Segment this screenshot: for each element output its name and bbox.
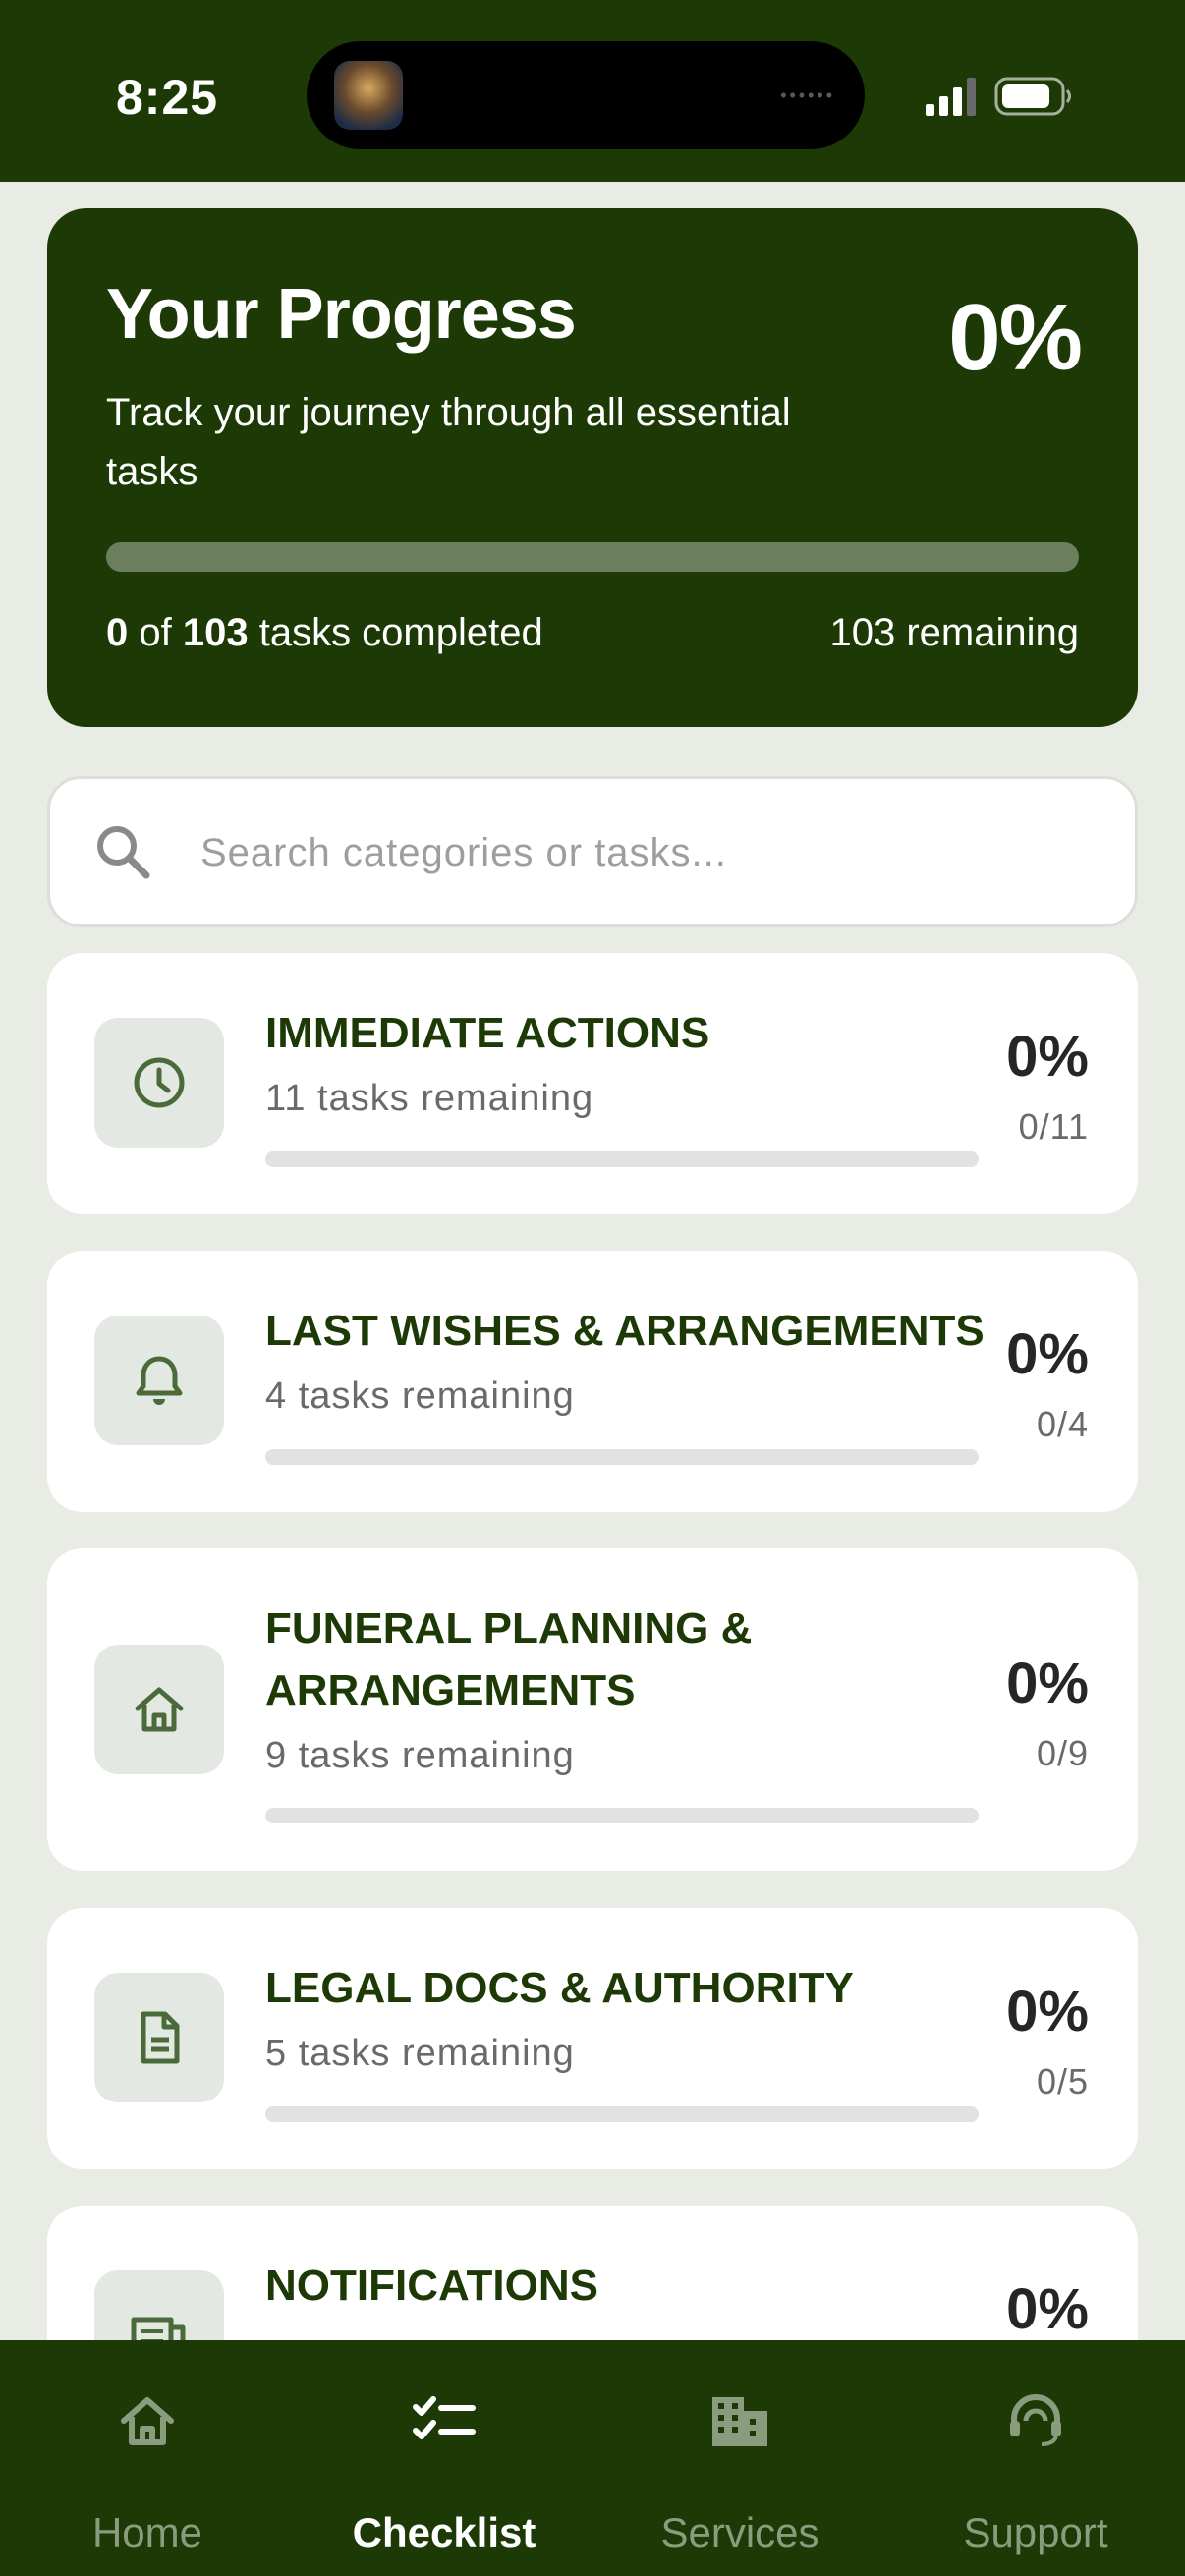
total-count: 103	[182, 611, 249, 654]
nav-label-checklist: Checklist	[352, 2509, 536, 2555]
category-progress-bar	[265, 2106, 979, 2122]
progress-card: Your Progress Track your journey through…	[47, 208, 1138, 727]
search-bar[interactable]	[47, 776, 1138, 927]
app-activity-icon	[334, 61, 403, 130]
nav-label-support: Support	[963, 2509, 1108, 2555]
home-icon	[135, 1687, 184, 1732]
tasks-remaining-text: 103 remaining	[829, 611, 1080, 654]
category-remaining: 11 tasks remaining	[265, 1078, 594, 1119]
search-input[interactable]	[200, 818, 1085, 887]
category-title: NOTIFICATIONS	[265, 2262, 598, 2310]
bell-icon	[136, 1356, 183, 1405]
category-percent: 0%	[1006, 2277, 1089, 2341]
cellular-signal-icon	[926, 78, 976, 116]
progress-percent: 0%	[948, 285, 1083, 390]
category-card-last-wishes[interactable]: LAST WISHES & ARRANGEMENTS 4 tasks remai…	[47, 1251, 1138, 1512]
nav-label-services: Services	[660, 2509, 819, 2555]
clock-icon	[134, 1057, 185, 1108]
category-icon-box	[94, 1316, 224, 1445]
category-count: 0/5	[1036, 2061, 1089, 2101]
category-icon-box	[94, 1018, 224, 1148]
nav-item-support[interactable]: Support	[888, 2340, 1183, 2576]
category-icon-box	[94, 1645, 224, 1774]
category-count: 0/11	[1018, 1106, 1089, 1147]
dynamic-island: ••••••	[307, 41, 865, 149]
progress-subtitle: Track your journey through all essential…	[106, 391, 791, 493]
nav-item-services[interactable]: Services	[592, 2340, 887, 2576]
category-title: FUNERAL PLANNING & ARRANGEMENTS	[265, 1604, 753, 1714]
tasks-completed-text: 0 of 103 tasks completed	[106, 613, 543, 652]
category-percent: 0%	[1006, 1322, 1089, 1386]
document-icon	[141, 2011, 180, 2064]
checklist-icon	[413, 2396, 476, 2439]
category-progress-bar	[265, 1449, 979, 1465]
category-percent: 0%	[1006, 1652, 1089, 1715]
category-remaining: 5 tasks remaining	[265, 2033, 575, 2074]
search-icon	[97, 826, 150, 879]
home-icon	[121, 2397, 174, 2445]
count-suffix: tasks completed	[248, 611, 543, 654]
category-count: 0/9	[1036, 1733, 1089, 1773]
nav-item-checklist[interactable]: Checklist	[297, 2340, 592, 2576]
category-progress-bar	[265, 1151, 979, 1167]
category-percent: 0%	[1006, 1025, 1089, 1089]
headset-icon	[1010, 2394, 1061, 2446]
category-card-funeral-planning[interactable]: FUNERAL PLANNING & ARRANGEMENTS 9 tasks …	[47, 1548, 1138, 1871]
status-bar: 8:25 ••••••	[0, 0, 1185, 182]
category-title: LEGAL DOCS & AUTHORITY	[265, 1964, 854, 2012]
category-card-legal-docs[interactable]: LEGAL DOCS & AUTHORITY 5 tasks remaining…	[47, 1908, 1138, 2169]
progress-title: Your Progress	[106, 275, 577, 354]
building-icon	[712, 2397, 767, 2446]
category-icon-box	[94, 1973, 224, 2102]
category-progress-bar	[265, 1808, 979, 1823]
category-percent: 0%	[1006, 1980, 1089, 2044]
category-card-immediate-actions[interactable]: IMMEDIATE ACTIONS 11 tasks remaining 0% …	[47, 953, 1138, 1214]
battery-icon	[994, 77, 1071, 116]
category-remaining: 4 tasks remaining	[265, 1375, 575, 1417]
overall-progress-bar	[106, 542, 1079, 572]
category-remaining: 9 tasks remaining	[265, 1735, 575, 1776]
nav-label-home: Home	[91, 2509, 203, 2555]
count-mid: of	[128, 611, 183, 654]
status-time: 8:25	[116, 70, 219, 125]
nav-item-home[interactable]: Home	[0, 2340, 295, 2576]
category-title: LAST WISHES & ARRANGEMENTS	[265, 1307, 985, 1355]
category-title: IMMEDIATE ACTIONS	[265, 1009, 710, 1057]
category-count: 0/4	[1036, 1404, 1089, 1444]
island-dots-icon: ••••••	[780, 85, 835, 105]
completed-count: 0	[106, 611, 129, 654]
bottom-nav: Home Checklist Services Support	[0, 2340, 1185, 2576]
